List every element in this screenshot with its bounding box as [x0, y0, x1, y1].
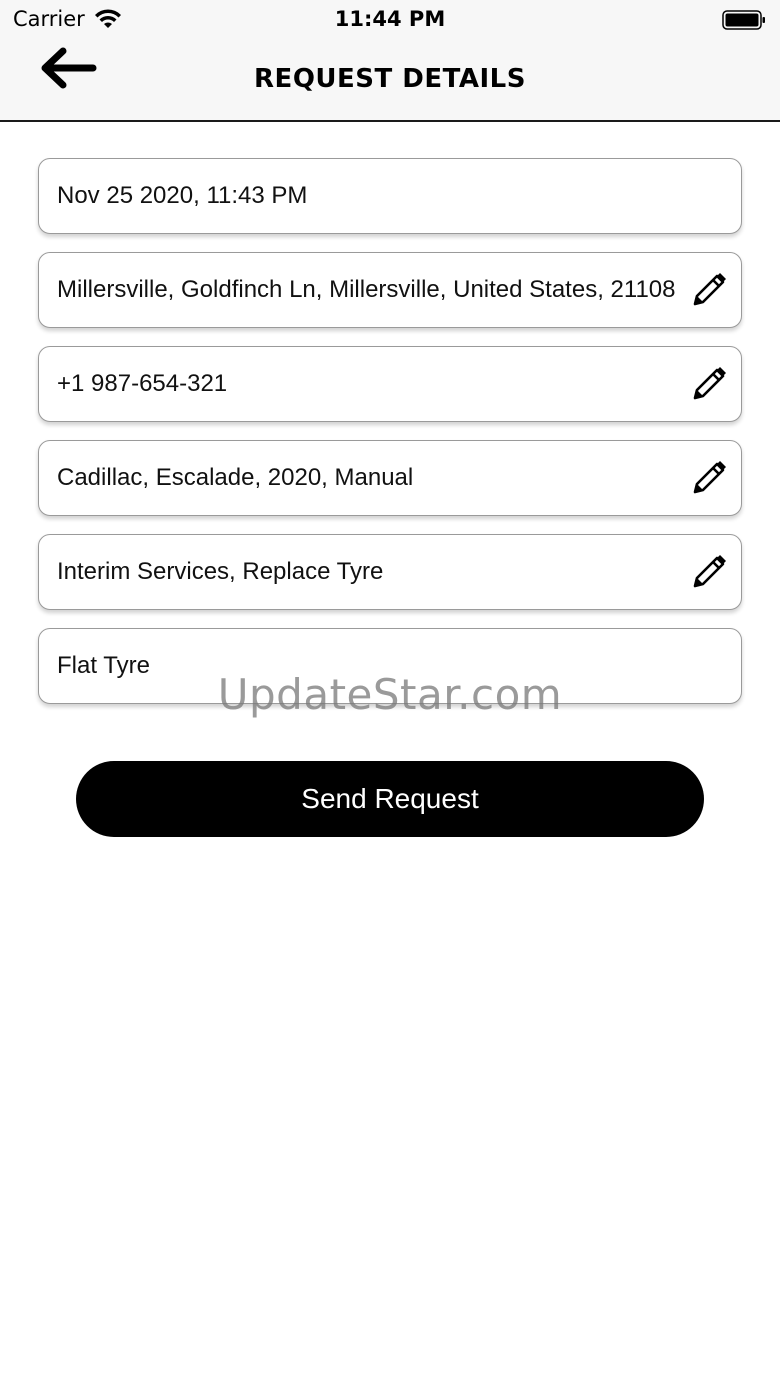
battery-icon — [722, 10, 765, 30]
phone-value: +1 987-654-321 — [57, 370, 228, 397]
address-field[interactable]: Millersville, Goldfinch Ln, Millersville… — [38, 252, 742, 328]
page-title: REQUEST DETAILS — [254, 64, 526, 94]
pencil-icon[interactable] — [689, 270, 729, 310]
pencil-icon[interactable] — [689, 552, 729, 592]
date-time-value: Nov 25 2020, 11:43 PM — [57, 182, 308, 209]
status-time: 11:44 PM — [334, 7, 446, 31]
vehicle-value: Cadillac, Escalade, 2020, Manual — [57, 464, 414, 491]
pencil-icon[interactable] — [689, 458, 729, 498]
send-request-button[interactable]: Send Request — [76, 761, 704, 837]
vehicle-field[interactable]: Cadillac, Escalade, 2020, Manual — [38, 440, 742, 516]
address-value: Millersville, Goldfinch Ln, Millersville… — [57, 276, 676, 303]
services-value: Interim Services, Replace Tyre — [57, 558, 384, 585]
navigation-bar: Carrier 11:44 PM REQUEST DETAILS — [0, 0, 780, 122]
pencil-icon[interactable] — [689, 364, 729, 404]
date-time-field: Nov 25 2020, 11:43 PM — [38, 158, 742, 234]
phone-field[interactable]: +1 987-654-321 — [38, 346, 742, 422]
request-details-screen: Carrier 11:44 PM REQUEST DETAILS Nov 25 … — [0, 0, 780, 1387]
services-field[interactable]: Interim Services, Replace Tyre — [38, 534, 742, 610]
watermark: UpdateStar.com — [217, 670, 563, 719]
request-fields: Nov 25 2020, 11:43 PM Millersville, Gold… — [38, 158, 742, 722]
